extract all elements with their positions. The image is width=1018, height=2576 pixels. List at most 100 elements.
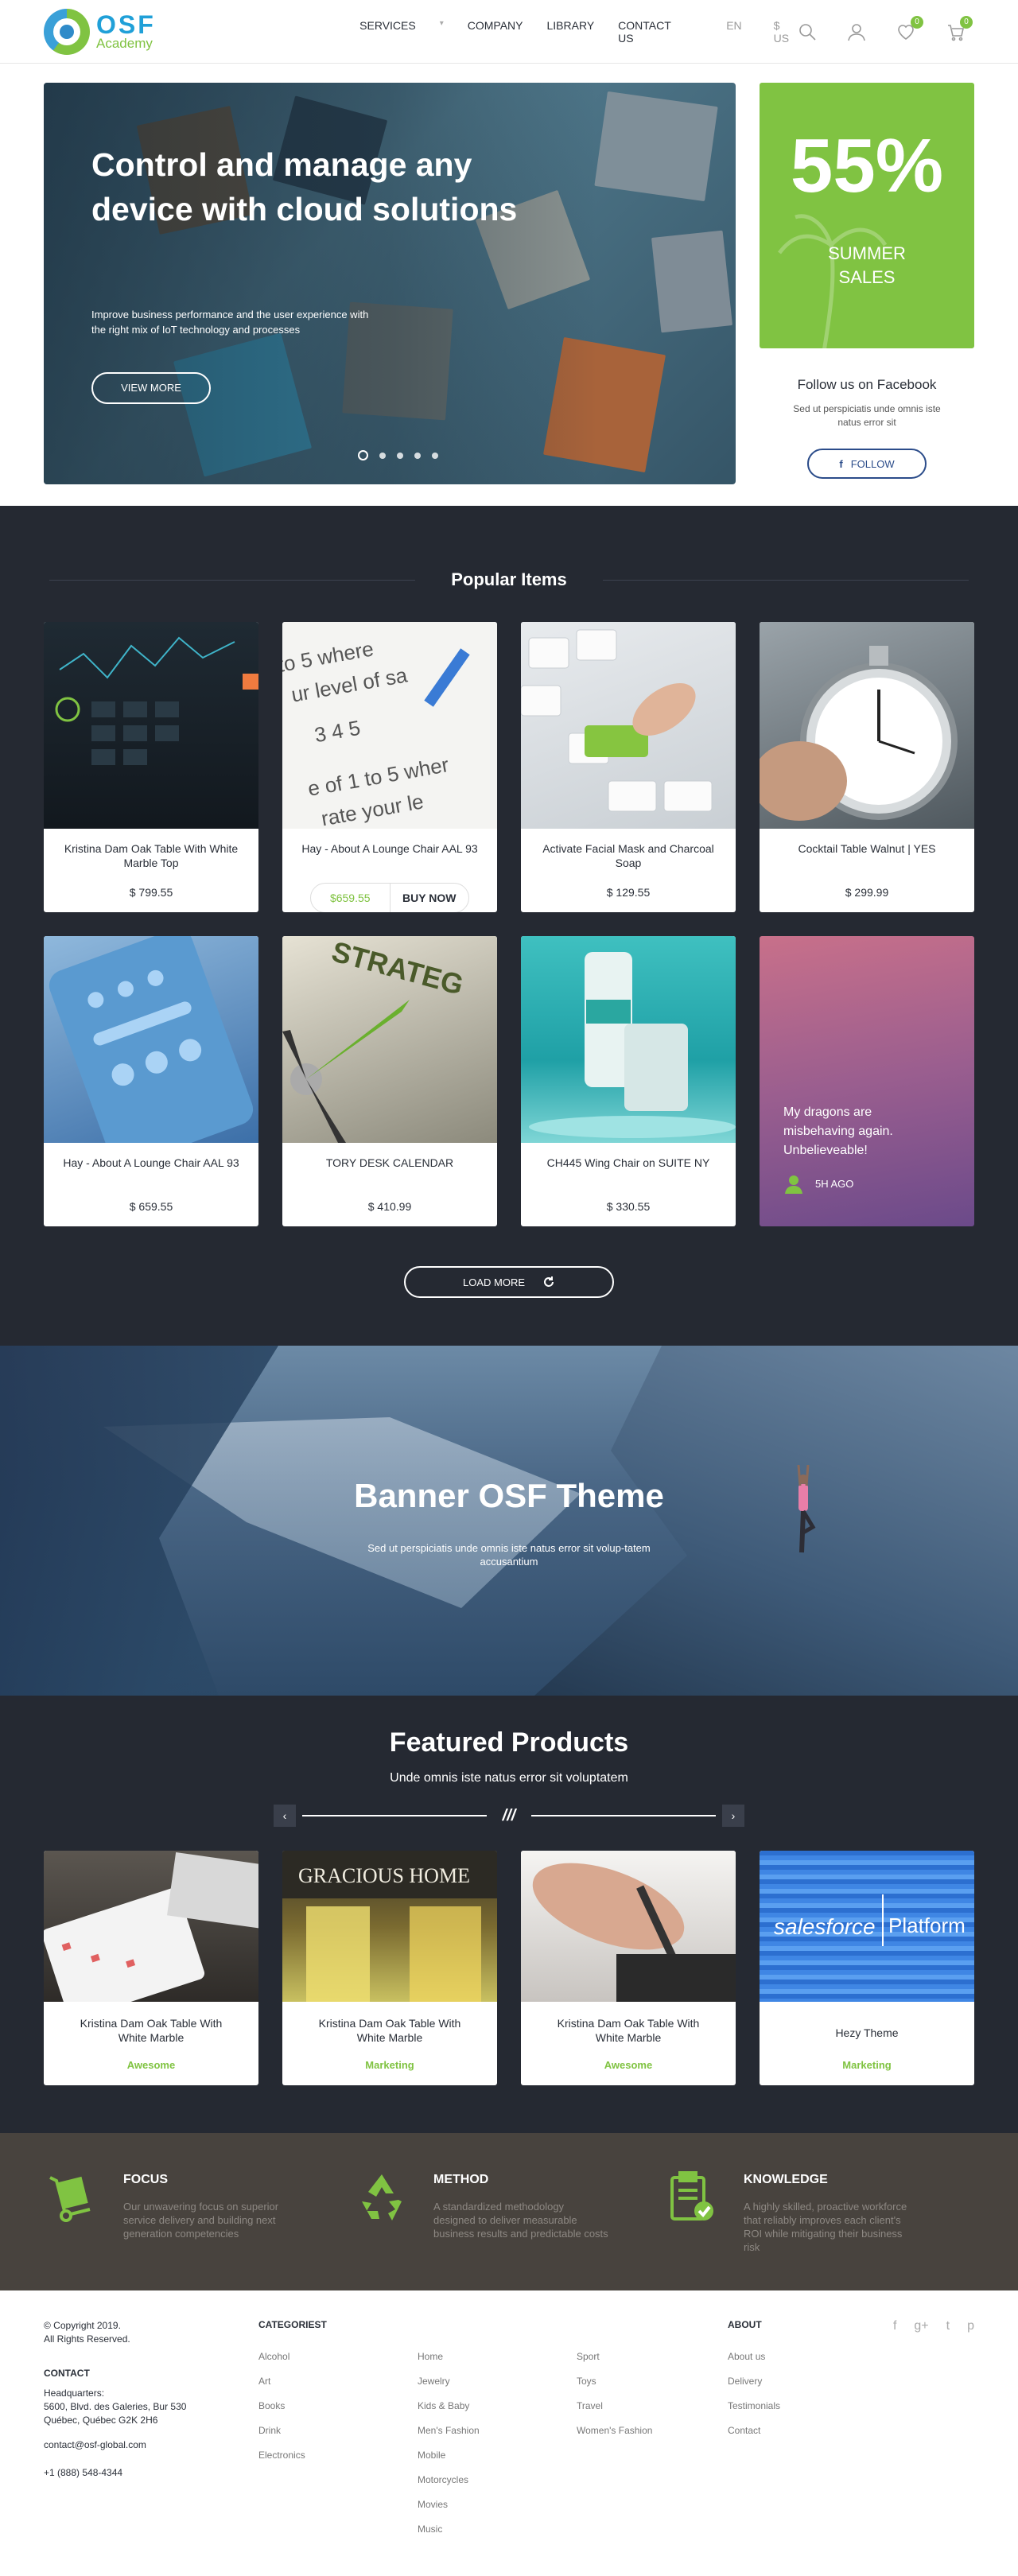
facebook-title: Follow us on Facebook xyxy=(797,377,937,392)
hand-truck-icon xyxy=(49,2176,91,2222)
footer-about: ABOUT About us Delivery Testimonials Con… xyxy=(728,2319,887,2542)
hero-slider[interactable]: Control and manage any device with cloud… xyxy=(44,83,736,484)
footer-link[interactable]: Men's Fashion xyxy=(418,2419,577,2443)
footer-link[interactable]: Testimonials xyxy=(728,2394,887,2419)
featured-name[interactable]: Hezy Theme xyxy=(760,2002,974,2050)
featured-card[interactable]: Kristina Dam Oak Table With White Marble… xyxy=(44,1851,258,2085)
nav-contact-us[interactable]: CONTACT US xyxy=(618,19,686,45)
product-name[interactable]: Hay - About A Lounge Chair AAL 93 xyxy=(282,829,497,878)
product-price: $ 410.99 xyxy=(367,1200,412,1213)
categories-title: CATEGORIEST xyxy=(258,2319,327,2330)
featured-card[interactable]: salesforce Platform Hezy Theme Marketing xyxy=(760,1851,974,2085)
product-card[interactable]: to 5 where ur level of sa 3 4 5e of 1 to 5… xyxy=(282,622,497,912)
pinterest-icon[interactable]: p xyxy=(967,2319,974,2542)
wishlist-count-badge: 0 xyxy=(911,16,923,29)
facebook-follow-button[interactable]: f FOLLOW xyxy=(807,449,927,479)
load-more-button[interactable]: LOAD MORE xyxy=(404,1266,614,1298)
featured-name[interactable]: Kristina Dam Oak Table With White Marble xyxy=(521,2002,736,2050)
featured-tag[interactable]: Marketing xyxy=(760,2059,974,2071)
testimonial-card[interactable]: My dragons are misbehaving again. Unbeli… xyxy=(760,936,974,1226)
product-card[interactable]: Hay - About A Lounge Chair AAL 93 $ 659.… xyxy=(44,936,258,1226)
product-name[interactable]: CH445 Wing Chair on SUITE NY xyxy=(521,1143,736,1192)
product-name[interactable]: Cocktail Table Walnut | YES xyxy=(760,829,974,878)
footer-link[interactable]: Women's Fashion xyxy=(577,2419,736,2443)
product-card[interactable]: Kristina Dam Oak Table With White Marble… xyxy=(44,622,258,912)
product-name[interactable]: Activate Facial Mask and Charcoal Soap xyxy=(521,829,736,878)
product-card[interactable]: STRATEG TORY DESK CALENDAR $ 410.99 xyxy=(282,936,497,1226)
product-card[interactable]: CH445 Wing Chair on SUITE NY $ 330.55 xyxy=(521,936,736,1226)
currency-select[interactable]: $ US xyxy=(774,19,798,45)
footer-link[interactable]: Books xyxy=(258,2394,418,2419)
banner-section: Banner OSF Theme Sed ut perspiciatis und… xyxy=(0,1346,1018,1696)
featured-tag[interactable]: Marketing xyxy=(282,2059,497,2071)
footer-link[interactable]: Alcohol xyxy=(258,2345,418,2369)
cart-icon[interactable]: 0 xyxy=(946,16,973,41)
site-footer: © Copyright 2019. All Rights Reserved. C… xyxy=(0,2290,1018,2545)
footer-link[interactable]: Motorcycles xyxy=(418,2468,577,2492)
footer-link[interactable]: Delivery xyxy=(728,2369,887,2394)
featured-card[interactable]: Kristina Dam Oak Table With White Marble… xyxy=(521,1851,736,2085)
slider-dot[interactable] xyxy=(397,452,403,459)
product-name[interactable]: TORY DESK CALENDAR xyxy=(282,1143,497,1192)
nav-library[interactable]: LIBRARY xyxy=(547,19,595,45)
featured-tag[interactable]: Awesome xyxy=(44,2059,258,2071)
hero-title: Control and manage any device with cloud… xyxy=(91,146,518,227)
facebook-icon[interactable]: f xyxy=(893,2319,896,2542)
search-icon[interactable] xyxy=(798,22,817,41)
facebook-icon: f xyxy=(839,457,843,470)
product-card[interactable]: Activate Facial Mask and Charcoal Soap $… xyxy=(521,622,736,912)
footer-link[interactable]: Contact xyxy=(728,2419,887,2443)
google-plus-icon[interactable]: g+ xyxy=(914,2319,928,2542)
featured-name[interactable]: Kristina Dam Oak Table With White Marble xyxy=(282,2002,497,2050)
buy-now-pill[interactable]: $659.55 BUY NOW xyxy=(310,883,469,912)
slider-dot[interactable] xyxy=(432,452,438,459)
product-price: $ 129.55 xyxy=(606,886,651,899)
feature-title: METHOD xyxy=(433,2173,489,2186)
twitter-icon[interactable]: t xyxy=(946,2319,950,2542)
featured-tag[interactable]: Awesome xyxy=(521,2059,736,2071)
product-name[interactable]: Kristina Dam Oak Table With White Marble… xyxy=(44,829,258,878)
view-more-button[interactable]: VIEW MORE xyxy=(91,372,211,404)
buy-now-button[interactable]: BUY NOW xyxy=(390,884,469,912)
address-line1: 5600, Blvd. des Galeries, Bur 530 xyxy=(44,2401,187,2412)
footer-link[interactable]: Jewelry xyxy=(418,2369,577,2394)
user-icon[interactable] xyxy=(847,22,866,41)
chevron-down-icon: ▾ xyxy=(439,19,444,28)
footer-link[interactable]: Mobile xyxy=(418,2443,577,2468)
footer-link[interactable]: Drink xyxy=(258,2419,418,2443)
recycle-icon xyxy=(362,2174,402,2220)
product-card[interactable]: Cocktail Table Walnut | YES $ 299.99 xyxy=(760,622,974,912)
wishlist-heart-icon[interactable]: 0 xyxy=(896,16,923,41)
featured-name[interactable]: Kristina Dam Oak Table With White Marble xyxy=(44,2002,258,2050)
slider-dot[interactable] xyxy=(358,450,368,460)
footer-link[interactable]: Home xyxy=(418,2345,577,2369)
footer-link[interactable]: Kids & Baby xyxy=(418,2394,577,2419)
footer-link[interactable]: Toys xyxy=(577,2369,736,2394)
featured-title: Featured Products xyxy=(389,1727,629,1758)
banner-title: Banner OSF Theme xyxy=(354,1477,664,1514)
featured-card[interactable]: GRACIOUS HOME Kristina Dam Oak Table Wit… xyxy=(282,1851,497,2085)
footer-link[interactable]: Music xyxy=(418,2517,577,2542)
contact-email[interactable]: contact@osf-global.com xyxy=(44,2438,258,2452)
footer-link[interactable]: Movies xyxy=(418,2492,577,2517)
language-select[interactable]: EN xyxy=(726,19,741,45)
product-name[interactable]: Hay - About A Lounge Chair AAL 93 xyxy=(44,1143,258,1192)
featured-image: salesforce Platform xyxy=(760,1851,974,2002)
slider-dot[interactable] xyxy=(414,452,421,459)
nav-services[interactable]: SERVICES xyxy=(359,19,416,45)
footer-link[interactable]: Travel xyxy=(577,2394,736,2419)
prev-arrow-button[interactable]: ‹ xyxy=(274,1805,296,1827)
footer-link[interactable]: About us xyxy=(728,2345,887,2369)
feature-text: A highly skilled, proactive workforce th… xyxy=(744,2201,907,2253)
shop-sign-text: GRACIOUS HOME xyxy=(298,1864,470,1887)
slider-dot[interactable] xyxy=(379,452,386,459)
summer-sale-promo[interactable]: 55% SUMMER SALES xyxy=(760,83,974,348)
featured-subtitle: Unde omnis iste natus error sit voluptat… xyxy=(390,1771,628,1785)
footer-link[interactable]: Electronics xyxy=(258,2443,418,2468)
footer-link[interactable]: Art xyxy=(258,2369,418,2394)
contact-phone[interactable]: +1 (888) 548-4344 xyxy=(44,2466,258,2480)
footer-link[interactable]: Sport xyxy=(577,2345,736,2369)
logo[interactable]: OSF Academy xyxy=(44,9,296,55)
nav-company[interactable]: COMPANY xyxy=(468,19,523,45)
next-arrow-button[interactable]: › xyxy=(722,1805,744,1827)
